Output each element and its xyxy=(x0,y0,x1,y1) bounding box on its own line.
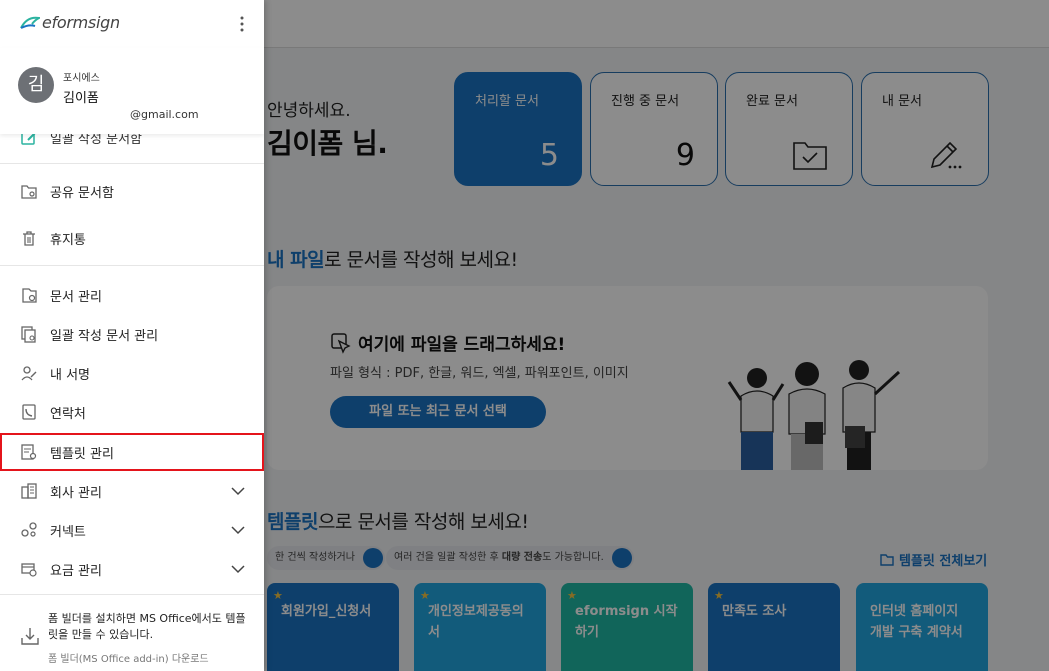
bulk-document-icon xyxy=(21,326,36,343)
sidebar-item-label: 일괄 작성 문서 관리 xyxy=(50,328,159,344)
sidebar-item-label: 공유 문서함 xyxy=(50,185,114,201)
signature-icon xyxy=(21,366,37,381)
sidebar-item-label: 내 서명 xyxy=(50,367,91,383)
sidebar-item-label: 연락처 xyxy=(50,406,86,422)
sidebar-item-label: 문서 관리 xyxy=(50,289,102,305)
more-options-icon[interactable] xyxy=(236,15,248,33)
sidebar-item-company[interactable]: 회사 관리 xyxy=(0,472,264,510)
sidebar-item-shared-folder[interactable]: 공유 문서함 xyxy=(0,172,264,210)
sidebar-item-trash[interactable]: 휴지통 xyxy=(0,219,264,257)
chevron-down-icon[interactable] xyxy=(231,484,245,498)
user-profile: 김 포시에스 김이폼 @gmail.com xyxy=(0,48,264,134)
sidebar-drawer: eformsign 일괄 작성 문서함 김 포시에스 김이폼 @gmail.co… xyxy=(0,0,264,671)
trash-icon xyxy=(23,231,35,246)
user-name: 김이폼 xyxy=(63,91,99,106)
template-settings-icon xyxy=(21,444,37,460)
form-builder-download-link[interactable]: 폼 빌더(MS Office add-in) 다운로드 xyxy=(48,650,209,665)
sidebar-item-signature[interactable]: 내 서명 xyxy=(0,354,264,392)
eformsign-logo[interactable]: eformsign xyxy=(20,13,120,32)
download-icon xyxy=(21,628,39,645)
sidebar-item-connect[interactable]: 커넥트 xyxy=(0,511,264,549)
chevron-down-icon[interactable] xyxy=(231,562,245,576)
document-settings-icon xyxy=(22,288,37,303)
contacts-icon xyxy=(22,404,36,420)
sidebar-item-label: 커넥트 xyxy=(50,524,86,540)
logo-text: eformsign xyxy=(42,13,120,32)
divider xyxy=(0,163,264,164)
sidebar-item-document-settings[interactable]: 문서 관리 xyxy=(0,276,264,314)
shared-folder-icon xyxy=(21,185,37,199)
sidebar-item-bulk-document[interactable]: 일괄 작성 문서 관리 xyxy=(0,315,264,353)
logo-mark-icon xyxy=(20,16,40,29)
form-builder-info: 폼 빌더를 설치하면 MS Office에서도 템플릿을 만들 수 있습니다. xyxy=(48,612,246,641)
sidebar-item-template-settings[interactable]: 템플릿 관리 xyxy=(0,433,264,471)
user-email: @gmail.com xyxy=(130,108,199,121)
connect-icon xyxy=(21,522,37,537)
sidebar-item-label: 회사 관리 xyxy=(50,485,102,501)
divider xyxy=(0,594,264,595)
sidebar-item-contacts[interactable]: 연락처 xyxy=(0,393,264,431)
divider xyxy=(0,265,264,266)
avatar[interactable]: 김 xyxy=(18,67,54,103)
company-name: 포시에스 xyxy=(63,73,100,84)
chevron-down-icon[interactable] xyxy=(231,523,245,537)
sidebar-item-label: 요금 관리 xyxy=(50,563,102,579)
billing-icon xyxy=(21,563,37,577)
sidebar-item-billing[interactable]: 요금 관리 xyxy=(0,550,264,588)
company-icon xyxy=(21,483,37,499)
sidebar-item-label: 휴지통 xyxy=(50,232,86,248)
sidebar-item-label: 템플릿 관리 xyxy=(50,446,114,462)
